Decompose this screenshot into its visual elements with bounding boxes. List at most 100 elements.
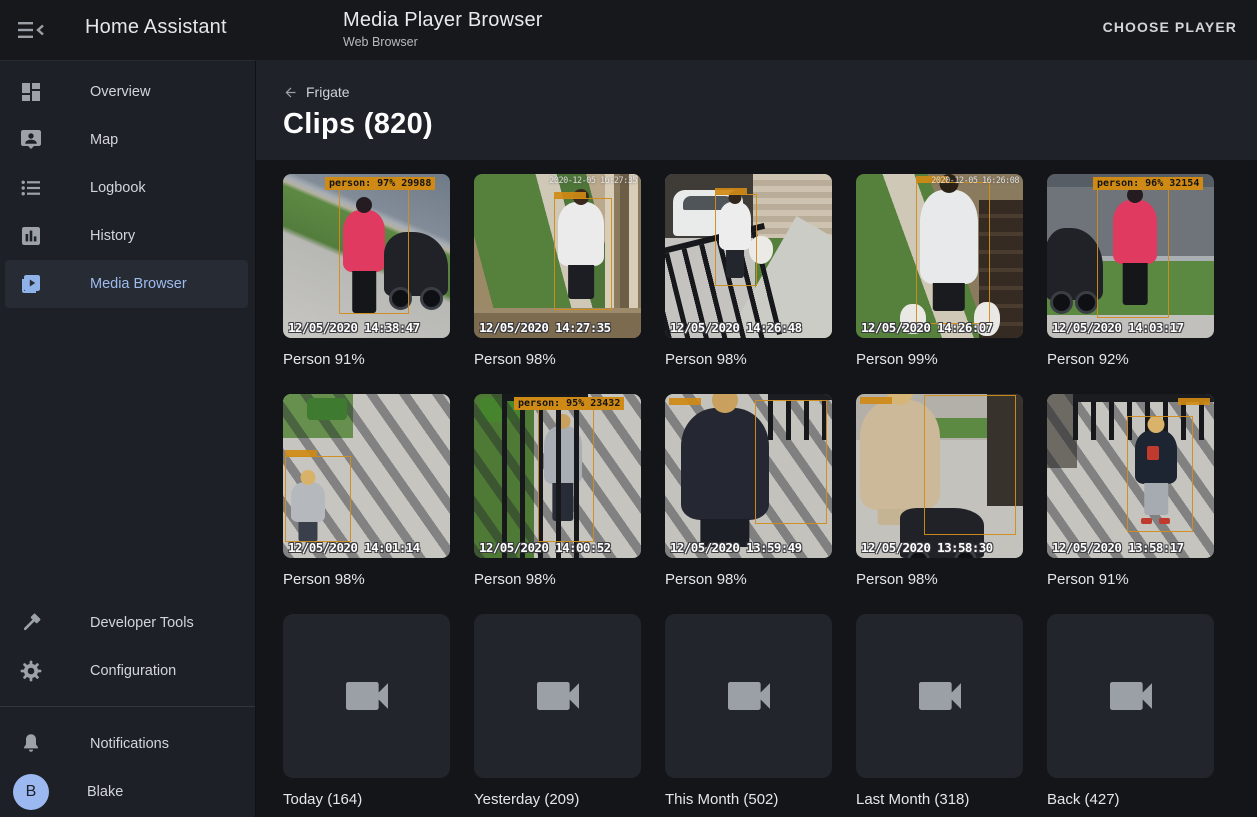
sidebar-divider [0,706,255,707]
clip-thumbnail: person: 95% 23432 12/05/2020 14:00:52 [474,394,641,558]
sidebar-toggle-icon[interactable] [16,16,46,44]
folder-thumbnail [474,614,641,778]
sidebar-item-map[interactable]: Map [0,116,255,164]
folder-caption: Today (164) [283,791,450,808]
clip-card[interactable]: person: 97% 29988 12/05/2020 14:38:47 Pe… [283,174,450,368]
clip-thumbnail: 2020-12-05 16:26:08 12/05/2020 14:26:07 [856,174,1023,338]
clip-thumbnail: 12/05/2020 13:58:17 [1047,394,1214,558]
clip-timestamp-overlay: 12/05/2020 13:58:17 [1052,540,1184,555]
sidebar-item-label: Notifications [90,736,169,752]
sidebar-item-user-profile[interactable]: B Blake [0,768,255,816]
clip-caption: Person 91% [283,351,450,368]
camera-timestamp-overlay: 2020-12-05 16:27:35 [549,176,637,186]
detection-label-small [715,188,747,195]
bar-chart-icon [19,224,43,248]
detection-label-small [1178,398,1210,405]
home-assistant-window: Home Assistant Media Player Browser Web … [0,0,1257,817]
stroller-shape [1047,228,1103,300]
video-camera-icon [339,668,395,724]
detection-label-small [554,192,586,199]
clip-card[interactable]: person: 95% 23432 12/05/2020 14:00:52 Pe… [474,394,641,588]
detection-label: person: 97% 29988 [325,177,435,190]
detection-bounding-box [916,182,990,324]
list-icon [19,176,43,200]
app-bar: Home Assistant Media Player Browser Web … [0,0,1257,60]
media-grid: person: 97% 29988 12/05/2020 14:38:47 Pe… [283,160,1257,808]
folder-card-last-month[interactable]: Last Month (318) [856,614,1023,808]
clip-timestamp-overlay: 12/05/2020 14:26:07 [861,320,993,335]
sidebar-item-logbook[interactable]: Logbook [0,164,255,212]
folder-thumbnail [1047,614,1214,778]
account-tooltip-icon [19,128,43,152]
folder-card-yesterday[interactable]: Yesterday (209) [474,614,641,808]
sidebar-item-overview[interactable]: Overview [0,68,255,116]
clip-caption: Person 98% [474,351,641,368]
detection-bounding-box [1127,416,1193,532]
clip-timestamp-overlay: 12/05/2020 14:03:17 [1052,320,1184,335]
sidebar-item-label: Overview [90,84,150,100]
sidebar-item-media-browser[interactable]: Media Browser [5,260,248,308]
sidebar-item-developer-tools[interactable]: Developer Tools [0,599,255,647]
user-name: Blake [87,784,123,800]
app-title: Home Assistant [85,16,227,39]
sidebar-item-label: Developer Tools [90,615,194,631]
dashboard-icon [19,80,43,104]
panel-title: Media Player Browser [343,9,543,32]
choose-player-button[interactable]: CHOOSE PLAYER [1103,19,1237,35]
gear-icon [19,659,43,683]
detection-bounding-box [1097,188,1169,318]
clip-thumbnail: 12/05/2020 14:26:48 [665,174,832,338]
page-title: Clips (820) [283,108,433,141]
folder-caption: This Month (502) [665,791,832,808]
clip-card[interactable]: 12/05/2020 13:58:30 Person 98% [856,394,1023,588]
video-camera-icon [1103,668,1159,724]
clip-caption: Person 98% [283,571,450,588]
clip-timestamp-overlay: 12/05/2020 14:27:35 [479,320,611,335]
clip-card[interactable]: person: 96% 32154 12/05/2020 14:03:17 Pe… [1047,174,1214,368]
clip-card[interactable]: 12/05/2020 14:26:48 Person 98% [665,174,832,368]
clip-timestamp-overlay: 12/05/2020 14:38:47 [288,320,420,335]
clip-thumbnail: 12/05/2020 13:59:49 [665,394,832,558]
folder-card-back[interactable]: Back (427) [1047,614,1214,808]
clip-card[interactable]: 2020-12-05 16:26:08 12/05/2020 14:26:07 … [856,174,1023,368]
clip-timestamp-overlay: 12/05/2020 13:59:49 [670,540,802,555]
avatar: B [13,774,49,810]
clip-caption: Person 98% [856,571,1023,588]
play-box-multiple-icon [19,272,43,296]
detection-label: person: 95% 23432 [514,397,624,410]
folder-thumbnail [665,614,832,778]
back-arrow-icon [283,85,298,100]
clip-card[interactable]: 2020-12-05 16:27:35 12/05/2020 14:27:35 … [474,174,641,368]
clip-card[interactable]: 12/05/2020 13:58:17 Person 91% [1047,394,1214,588]
folder-thumbnail [856,614,1023,778]
clip-thumbnail: 12/05/2020 14:01:14 [283,394,450,558]
sidebar-item-configuration[interactable]: Configuration [0,647,255,695]
sidebar-item-label: Map [90,132,118,148]
folder-card-this-month[interactable]: This Month (502) [665,614,832,808]
media-browser-header: Frigate Clips (820) [256,60,1257,160]
detection-label: person: 96% 32154 [1093,177,1203,190]
breadcrumb[interactable]: Frigate [283,84,350,100]
clip-thumbnail: person: 96% 32154 12/05/2020 14:03:17 [1047,174,1214,338]
sidebar-item-label: Media Browser [90,276,187,292]
detection-bounding-box [715,194,757,286]
sidebar-item-notifications[interactable]: Notifications [0,720,255,768]
clip-timestamp-overlay: 12/05/2020 14:01:14 [288,540,420,555]
breadcrumb-label: Frigate [306,84,350,100]
clip-caption: Person 99% [856,351,1023,368]
clip-caption: Person 92% [1047,351,1214,368]
folder-card-today[interactable]: Today (164) [283,614,450,808]
video-camera-icon [912,668,968,724]
clip-card[interactable]: 12/05/2020 14:01:14 Person 98% [283,394,450,588]
folder-caption: Last Month (318) [856,791,1023,808]
detection-bounding-box [339,188,409,314]
hammer-icon [19,611,43,635]
sidebar: Overview Map Logbook History Media Brows… [0,60,256,817]
bell-icon [19,732,43,756]
clip-card[interactable]: 12/05/2020 13:59:49 Person 98% [665,394,832,588]
clip-caption: Person 98% [474,571,641,588]
clip-thumbnail: 2020-12-05 16:27:35 12/05/2020 14:27:35 [474,174,641,338]
detection-bounding-box [285,456,351,542]
sidebar-item-history[interactable]: History [0,212,255,260]
clip-thumbnail: 12/05/2020 13:58:30 [856,394,1023,558]
